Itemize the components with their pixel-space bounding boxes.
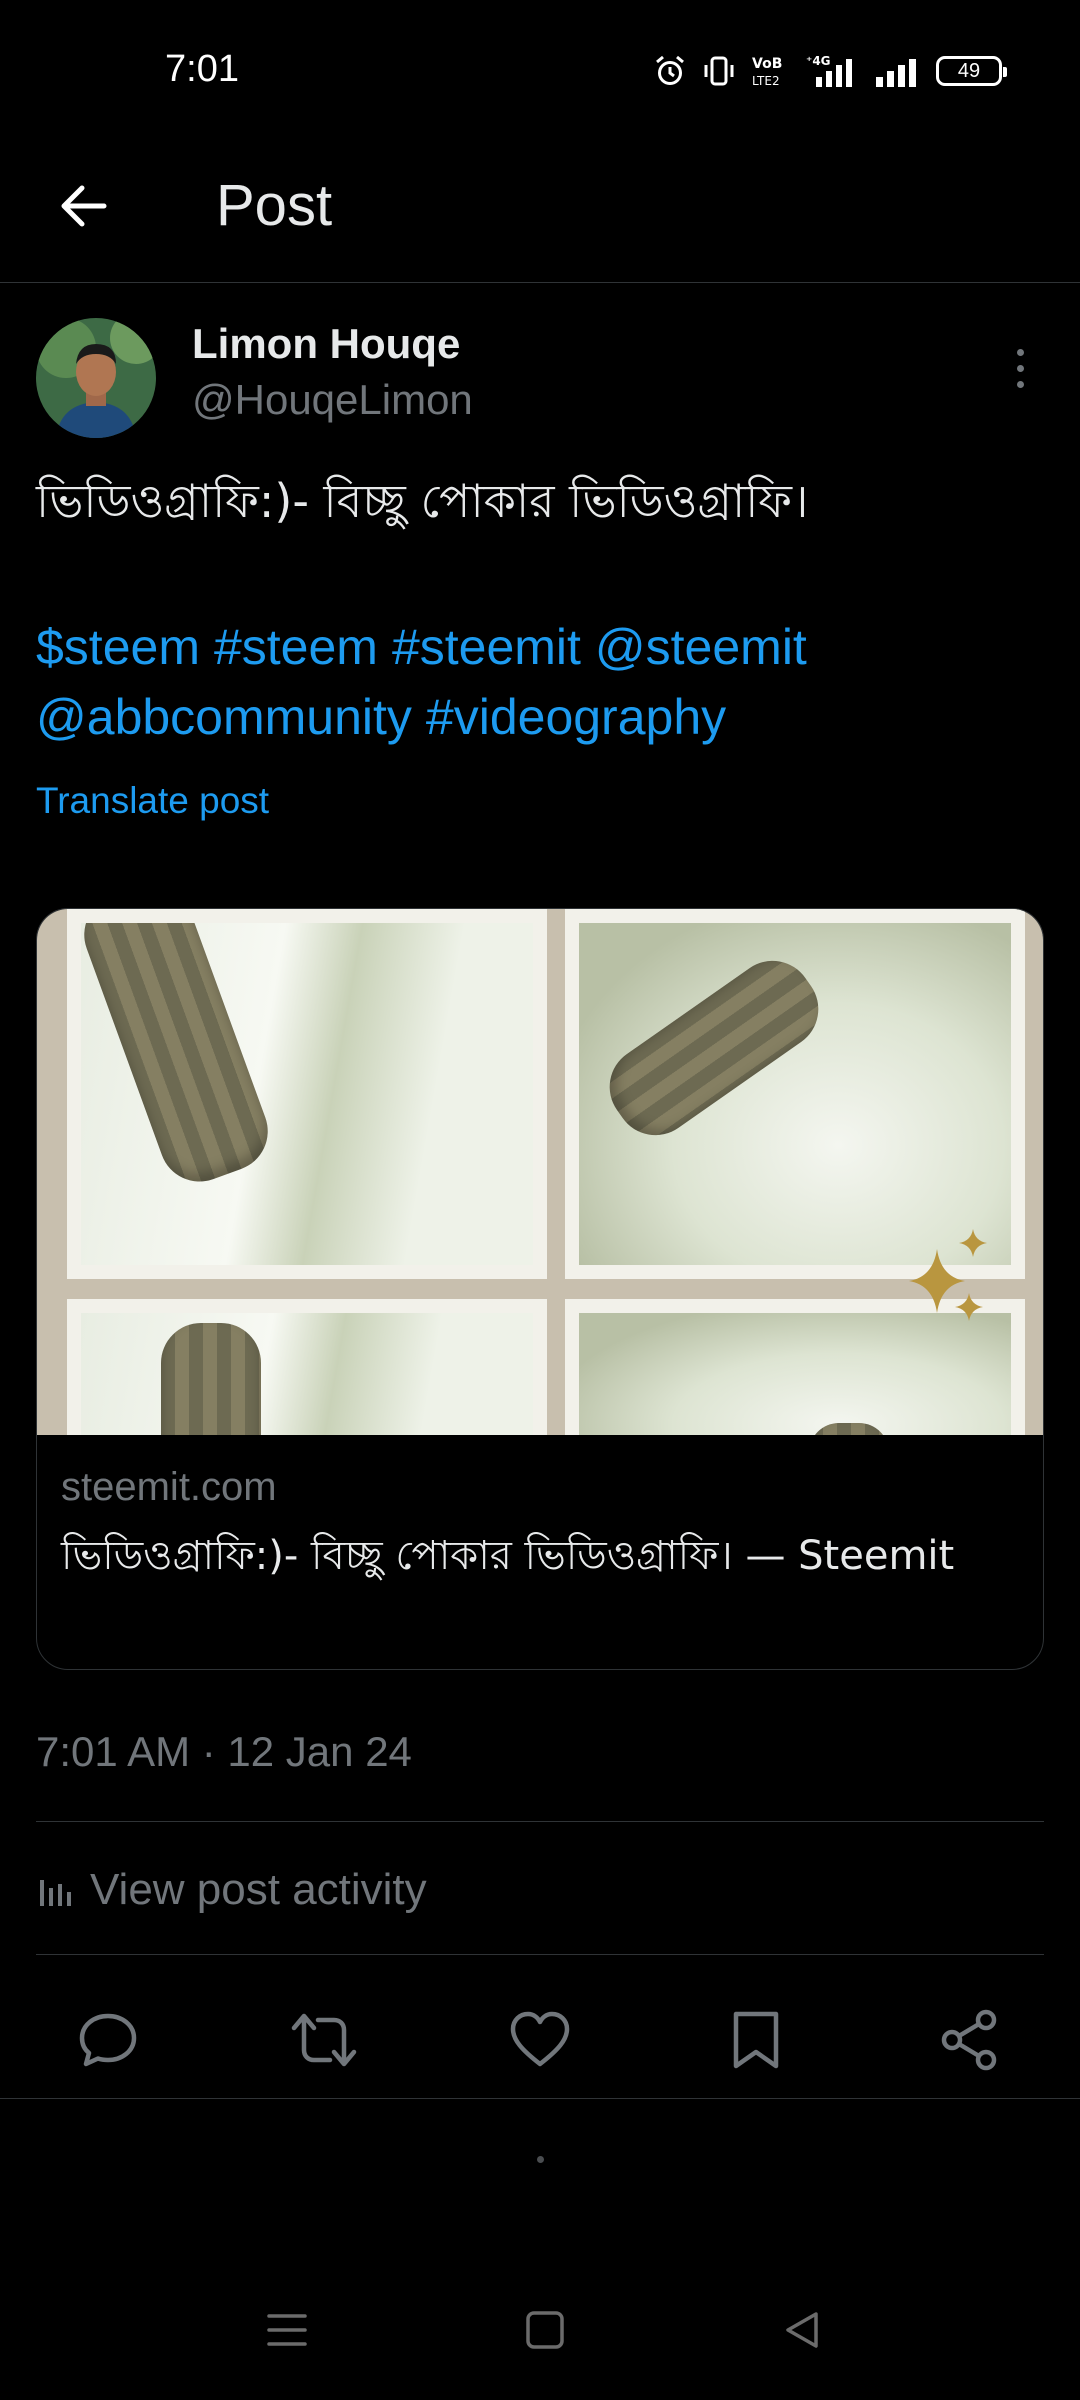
like-button[interactable]	[500, 2000, 580, 2080]
bookmark-button[interactable]	[716, 2000, 796, 2080]
more-dot	[1016, 364, 1024, 372]
tag-link[interactable]: #steemit	[392, 619, 581, 675]
svg-text:LTE2: LTE2	[752, 74, 780, 88]
post-timestamp: 7:01 AM · 12 Jan 24	[36, 1728, 412, 1775]
menu-nav-button[interactable]	[257, 2300, 317, 2360]
home-square-icon	[526, 2311, 564, 2349]
status-time: 7:01	[165, 48, 239, 90]
back-triangle-icon	[786, 2312, 818, 2348]
signal-4g-icon: ⁺4G	[806, 54, 852, 87]
battery-icon: 49	[936, 56, 1007, 86]
reply-button[interactable]	[68, 2000, 148, 2080]
card-title: ভিডিওগ্রাফি:)- বিচ্ছু পোকার ভিডিওগ্রাফি।…	[61, 1533, 955, 1579]
avatar-image	[36, 318, 156, 438]
alarm-icon	[656, 55, 684, 85]
author-name[interactable]: Limon Houqe	[192, 320, 460, 368]
like-icon	[510, 2011, 570, 2067]
svg-text:VoB: VoB	[752, 56, 782, 72]
post-tags: $steem #steem #steemit @steemit @abbcommuni…	[36, 612, 1046, 752]
tag-link[interactable]: #videography	[426, 689, 726, 745]
status-bar: 7:01 VoB LTE2 ⁺4G 49	[0, 0, 1080, 140]
tag-link[interactable]: @abbcommunity	[36, 689, 412, 745]
card-image	[37, 909, 1043, 1435]
vibrate-icon	[704, 56, 734, 86]
share-icon	[941, 2009, 997, 2071]
page-title: Post	[216, 173, 333, 238]
sparkle-icon	[909, 1229, 987, 1321]
activity-label: View post activity	[90, 1865, 427, 1914]
status-icons: VoB LTE2 ⁺4G 49	[652, 48, 1007, 94]
author-handle[interactable]: @HouqeLimon	[192, 376, 473, 424]
home-nav-button[interactable]	[515, 2300, 575, 2360]
tag-link[interactable]: #steem	[214, 619, 378, 675]
back-button[interactable]	[48, 170, 120, 242]
share-button[interactable]	[930, 2000, 1010, 2080]
avatar[interactable]	[36, 318, 156, 438]
tag-link[interactable]: $steem	[36, 619, 200, 675]
more-options-button[interactable]	[998, 340, 1042, 396]
card-domain: steemit.com	[61, 1465, 277, 1509]
more-dot	[1016, 380, 1024, 388]
bookmark-icon	[733, 2011, 779, 2069]
tag-link[interactable]: @steemit	[595, 619, 807, 675]
translate-post-link[interactable]: Translate post	[36, 780, 269, 822]
reply-icon	[79, 2013, 137, 2067]
signal-icon	[876, 59, 916, 87]
divider	[0, 2098, 1080, 2099]
collage-photo	[67, 909, 547, 1279]
arrow-left-icon	[61, 185, 107, 227]
system-nav-bar	[0, 2270, 1080, 2400]
menu-icon	[267, 2314, 307, 2346]
more-dot	[1016, 348, 1024, 356]
back-nav-button[interactable]	[772, 2300, 832, 2360]
post-text: ভিডিওগ্রাফি:)- বিচ্ছু পোকার ভিডিওগ্রাফি।	[36, 474, 809, 528]
repost-button[interactable]	[284, 2000, 364, 2080]
collage-photo	[565, 909, 1025, 1279]
divider	[36, 1821, 1044, 1822]
view-post-activity[interactable]: View post activity	[36, 1862, 427, 1918]
link-card[interactable]: steemit.com ভিডিওগ্রাফি:)- বিচ্ছু পোকার …	[36, 908, 1044, 1670]
app-header: Post	[0, 140, 1080, 283]
collage-photo	[67, 1299, 547, 1435]
volte-icon: VoB LTE2	[752, 56, 782, 88]
battery-level: 49	[957, 59, 981, 82]
action-bar	[0, 1990, 1080, 2100]
svg-text:⁺4G: ⁺4G	[806, 54, 831, 68]
analytics-icon	[40, 1880, 71, 1906]
loading-dot	[537, 2156, 544, 2163]
repost-icon	[291, 2013, 357, 2067]
divider	[36, 1954, 1044, 1955]
